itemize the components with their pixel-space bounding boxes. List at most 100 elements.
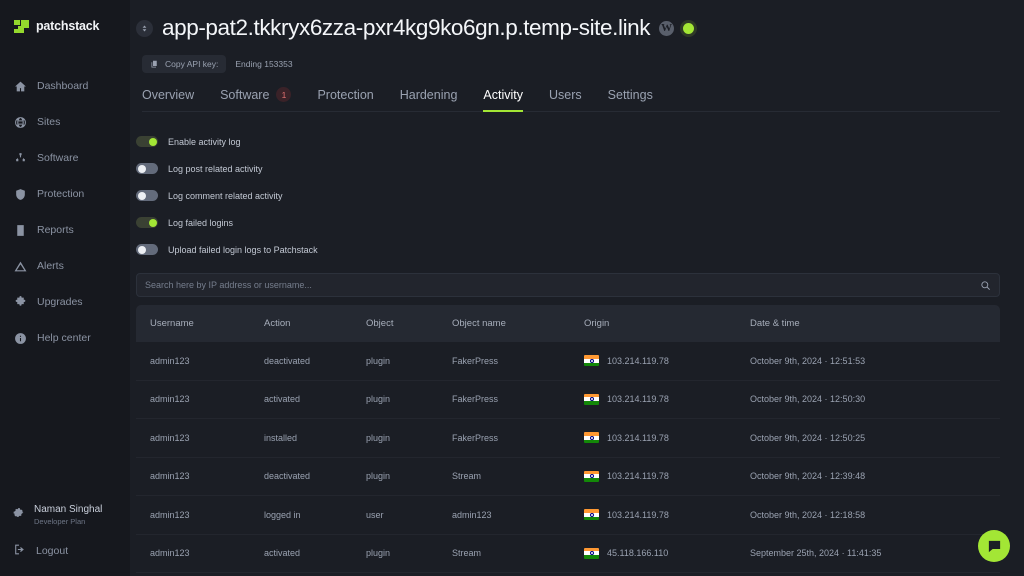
logout-label: Logout xyxy=(36,545,68,557)
table-row[interactable]: admin123 activated plugin FakerPress 103… xyxy=(136,381,1000,420)
cell-origin: 103.214.119.78 xyxy=(584,355,750,366)
india-flag-icon xyxy=(584,432,599,443)
wordpress-icon: W xyxy=(659,21,674,36)
toggle-label: Log comment related activity xyxy=(168,191,283,201)
search-input[interactable] xyxy=(145,280,980,290)
sidebar-item-label: Reports xyxy=(37,224,74,236)
cell-action: deactivated xyxy=(264,471,366,481)
tab-users[interactable]: Users xyxy=(549,88,582,111)
sidebar-item-upgrades[interactable]: Upgrades xyxy=(0,284,130,320)
sidebar-item-help-center[interactable]: Help center xyxy=(0,320,130,356)
copy-api-key-button[interactable]: Copy API key: xyxy=(142,55,226,73)
sidebar-item-software[interactable]: Software xyxy=(0,140,130,176)
sitemap-icon xyxy=(14,152,27,165)
cell-object: plugin xyxy=(366,394,452,404)
home-icon xyxy=(14,80,27,93)
sidebar-item-label: Software xyxy=(37,152,78,164)
cell-action: activated xyxy=(264,548,366,558)
cell-object-name: Stream xyxy=(452,548,584,558)
sidebar-item-reports[interactable]: Reports xyxy=(0,212,130,248)
page-header: app-pat2.tkkryx6zza-pxr4kg9ko6gn.p.temp-… xyxy=(130,0,1024,112)
site-switcher-button[interactable] xyxy=(136,20,153,37)
title-row: app-pat2.tkkryx6zza-pxr4kg9ko6gn.p.temp-… xyxy=(136,12,1000,44)
sidebar-item-dashboard[interactable]: Dashboard xyxy=(0,68,130,104)
tab-label: Software xyxy=(220,88,269,102)
toggle-upload-failed-login-logs[interactable] xyxy=(136,244,158,255)
cell-ip: 103.214.119.78 xyxy=(607,510,669,520)
setting-log-failed-logins: Log failed logins xyxy=(136,209,1000,236)
tab-overview[interactable]: Overview xyxy=(142,88,194,111)
tab-label: Activity xyxy=(483,88,523,102)
cell-object-name: Stream xyxy=(452,471,584,481)
shield-icon xyxy=(14,188,27,201)
tab-software[interactable]: Software 1 xyxy=(220,87,291,111)
chat-support-button[interactable] xyxy=(978,530,1010,562)
sidebar-item-alerts[interactable]: Alerts xyxy=(0,248,130,284)
main-content: app-pat2.tkkryx6zza-pxr4kg9ko6gn.p.temp-… xyxy=(130,0,1024,576)
cell-object-name: FakerPress xyxy=(452,356,584,366)
sidebar-item-sites[interactable]: Sites xyxy=(0,104,130,140)
cell-username: admin123 xyxy=(136,471,264,481)
globe-icon xyxy=(14,116,27,129)
toggle-label: Log post related activity xyxy=(168,164,263,174)
alert-triangle-icon xyxy=(14,260,27,273)
activity-table: Username Action Object Object name Origi… xyxy=(136,305,1000,573)
table-row[interactable]: admin123 deactivated plugin Stream 103.2… xyxy=(136,458,1000,497)
brand-name: patchstack xyxy=(36,19,99,33)
table-row[interactable]: admin123 logged in user admin123 103.214… xyxy=(136,496,1000,535)
cell-origin: 103.214.119.78 xyxy=(584,471,750,482)
activity-panel: Enable activity log Log post related act… xyxy=(130,112,1024,573)
india-flag-icon xyxy=(584,509,599,520)
info-icon xyxy=(14,332,27,345)
gear-icon xyxy=(12,506,25,524)
cell-action: deactivated xyxy=(264,356,366,366)
tab-badge-count: 1 xyxy=(276,87,291,102)
cell-object: plugin xyxy=(366,433,452,443)
puzzle-icon xyxy=(14,296,27,309)
tab-activity[interactable]: Activity xyxy=(483,88,523,111)
cell-username: admin123 xyxy=(136,394,264,404)
logout-button[interactable]: Logout xyxy=(0,534,130,568)
toggle-log-failed-logins[interactable] xyxy=(136,217,158,228)
column-header-action: Action xyxy=(264,318,366,329)
cell-ip: 103.214.119.78 xyxy=(607,471,669,481)
cell-datetime: October 9th, 2024 · 12:50:25 xyxy=(750,433,1000,443)
cell-datetime: September 25th, 2024 · 11:41:35 xyxy=(750,548,1000,558)
sidebar-nav: Dashboard Sites Software Protection Repo… xyxy=(0,68,130,356)
user-account[interactable]: Naman Singhal Developer Plan xyxy=(0,496,130,534)
search-bar[interactable] xyxy=(136,273,1000,297)
cell-datetime: October 9th, 2024 · 12:50:30 xyxy=(750,394,1000,404)
toggle-log-comment-related-activity[interactable] xyxy=(136,190,158,201)
report-icon xyxy=(14,224,27,237)
sidebar-item-label: Dashboard xyxy=(37,80,88,92)
cell-ip: 45.118.166.110 xyxy=(607,548,668,558)
sidebar-item-label: Protection xyxy=(37,188,84,200)
tab-settings[interactable]: Settings xyxy=(608,88,653,111)
toggle-label: Upload failed login logs to Patchstack xyxy=(168,245,318,255)
cell-origin: 103.214.119.78 xyxy=(584,509,750,520)
setting-log-comment-related-activity: Log comment related activity xyxy=(136,182,1000,209)
cell-object: plugin xyxy=(366,471,452,481)
india-flag-icon xyxy=(584,471,599,482)
tab-label: Users xyxy=(549,88,582,102)
cell-ip: 103.214.119.78 xyxy=(607,394,669,404)
table-row[interactable]: admin123 activated plugin Stream 45.118.… xyxy=(136,535,1000,574)
page-title: app-pat2.tkkryx6zza-pxr4kg9ko6gn.p.temp-… xyxy=(162,15,650,41)
tab-protection[interactable]: Protection xyxy=(317,88,373,111)
search-icon[interactable] xyxy=(980,280,991,291)
cell-ip: 103.214.119.78 xyxy=(607,433,669,443)
column-header-origin: Origin xyxy=(584,318,750,329)
table-row[interactable]: admin123 deactivated plugin FakerPress 1… xyxy=(136,342,1000,381)
cell-object-name: FakerPress xyxy=(452,394,584,404)
api-key-row: Copy API key: Ending 153353 xyxy=(142,55,1000,73)
cell-username: admin123 xyxy=(136,356,264,366)
table-row[interactable]: admin123 installed plugin FakerPress 103… xyxy=(136,419,1000,458)
tab-label: Settings xyxy=(608,88,653,102)
tab-hardening[interactable]: Hardening xyxy=(400,88,458,111)
toggle-enable-activity-log[interactable] xyxy=(136,136,158,147)
tab-label: Overview xyxy=(142,88,194,102)
sidebar-item-label: Sites xyxy=(37,116,60,128)
sidebar-item-protection[interactable]: Protection xyxy=(0,176,130,212)
toggle-log-post-related-activity[interactable] xyxy=(136,163,158,174)
brand-logo[interactable]: patchstack xyxy=(0,14,130,38)
